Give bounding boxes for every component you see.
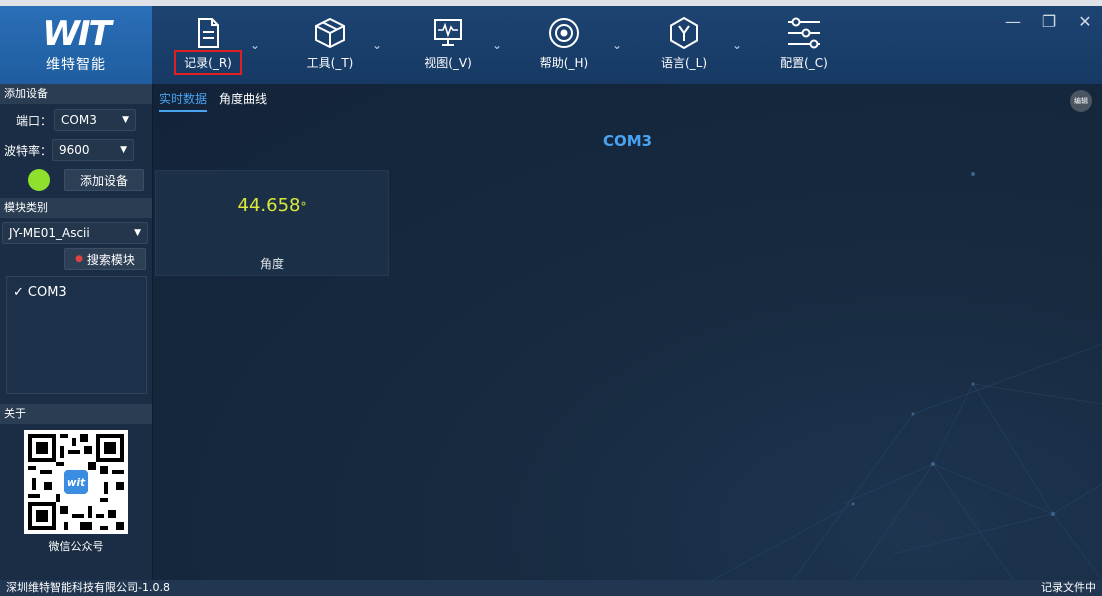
monitor-waveform-icon bbox=[434, 19, 462, 46]
svg-text:wit: wit bbox=[67, 477, 86, 489]
angle-label: 角度 bbox=[259, 257, 284, 271]
baud-label: 波特率： bbox=[4, 143, 53, 158]
device-list: ✓ COM3 bbox=[6, 276, 147, 394]
toolbar-tools-label: 工具(_T) bbox=[306, 56, 354, 70]
document-icon bbox=[198, 18, 219, 48]
maximize-icon[interactable]: ❐ bbox=[1038, 12, 1060, 31]
dropdown-arrow-icon: ▼ bbox=[120, 145, 128, 155]
angle-card: 44.658° 角度 bbox=[155, 170, 389, 276]
dropdown-arrow-icon: ▼ bbox=[134, 228, 141, 238]
port-select[interactable]: COM3 ▼ bbox=[54, 109, 137, 131]
chevron-down-icon[interactable]: ⌄ bbox=[732, 38, 742, 52]
about-header: 关于 bbox=[0, 404, 152, 424]
chevron-down-icon[interactable]: ⌄ bbox=[492, 38, 502, 52]
view-tabs: 实时数据 角度曲线 bbox=[159, 90, 267, 112]
cube-icon bbox=[315, 17, 345, 49]
search-module-label: 搜索模块 bbox=[86, 252, 135, 267]
target-icon bbox=[549, 18, 579, 48]
qr-code: wit bbox=[24, 430, 128, 534]
device-name: COM3 bbox=[27, 285, 67, 300]
tab-angle-curve[interactable]: 角度曲线 bbox=[219, 90, 267, 112]
app-logo: WIT 维特智能 bbox=[0, 6, 152, 84]
toolbar-language-button[interactable]: 语言(_L) bbox=[644, 6, 724, 84]
toolbar-view-button[interactable]: 视图(_V) bbox=[408, 6, 488, 84]
angle-value-line: 44.658° bbox=[156, 195, 388, 216]
background-network-pattern bbox=[712, 172, 1102, 580]
baud-value: 9600 bbox=[59, 143, 90, 157]
top-toolbar: WIT 维特智能 记录(_R) ⌄ 工具(_T) ⌄ 视图(_V) ⌄ 帮助(_… bbox=[0, 0, 1102, 84]
module-select[interactable]: JY-ME01_Ascii ▼ bbox=[2, 222, 148, 244]
baud-select[interactable]: 9600 ▼ bbox=[52, 139, 135, 161]
port-value: COM3 bbox=[61, 113, 97, 127]
status-bar: 深圳维特智能科技有限公司-1.0.8 记录文件中 bbox=[0, 580, 1102, 596]
minimize-icon[interactable]: — bbox=[1002, 12, 1024, 31]
add-device-button[interactable]: 添加设备 bbox=[64, 169, 144, 191]
angle-value: 44.658 bbox=[237, 195, 301, 216]
angle-unit: ° bbox=[300, 200, 307, 214]
chevron-down-icon[interactable]: ⌄ bbox=[250, 38, 260, 52]
logo-mark: WIT bbox=[42, 14, 111, 54]
toolbar-config-button[interactable]: 配置(_C) bbox=[764, 6, 844, 84]
dropdown-arrow-icon: ▼ bbox=[122, 115, 130, 125]
hexagon-y-icon bbox=[670, 16, 698, 50]
left-sidebar: 添加设备 端口： COM3 ▼ 波特率： 9600 ▼ 添加设备 模块类别 JY… bbox=[0, 84, 153, 580]
search-module-button[interactable]: ● 搜索模块 bbox=[64, 248, 146, 270]
main-content: 实时数据 角度曲线 编辑 COM3 44.658° 角度 bbox=[153, 84, 1102, 580]
logo-text: 维特智能 bbox=[46, 57, 106, 73]
qr-caption: 微信公众号 bbox=[48, 540, 104, 553]
module-type-header: 模块类别 bbox=[0, 198, 152, 218]
module-value: JY-ME01_Ascii bbox=[9, 226, 90, 240]
baud-row: 波特率： 9600 ▼ bbox=[0, 136, 152, 164]
chevron-down-icon[interactable]: ⌄ bbox=[372, 38, 382, 52]
search-icon: ● bbox=[75, 254, 83, 264]
toolbar-config-label: 配置(_C) bbox=[780, 56, 828, 70]
toolbar-language-label: 语言(_L) bbox=[660, 56, 708, 70]
port-title: COM3 bbox=[602, 132, 653, 150]
company-version: 深圳维特智能科技有限公司-1.0.8 bbox=[6, 581, 170, 594]
connection-status-indicator bbox=[28, 169, 50, 191]
toolbar-help-label: 帮助(_H) bbox=[539, 56, 589, 70]
connect-row: 添加设备 bbox=[0, 164, 152, 196]
recording-status: 记录文件中 bbox=[1041, 581, 1096, 594]
close-icon[interactable]: ✕ bbox=[1074, 12, 1096, 31]
window-controls: — ❐ ✕ bbox=[1002, 12, 1096, 31]
toolbar-help-button[interactable]: 帮助(_H) bbox=[524, 6, 604, 84]
add-device-header: 添加设备 bbox=[0, 84, 152, 104]
port-label: 端口： bbox=[16, 113, 53, 128]
module-row: JY-ME01_Ascii ▼ bbox=[0, 218, 152, 248]
chevron-down-icon[interactable]: ⌄ bbox=[612, 38, 622, 52]
tab-realtime-data[interactable]: 实时数据 bbox=[159, 90, 208, 112]
toolbar-tools-button[interactable]: 工具(_T) bbox=[290, 6, 370, 84]
toolbar-view-label: 视图(_V) bbox=[424, 56, 472, 70]
toolbar-record-button[interactable]: 记录(_R) bbox=[168, 6, 248, 84]
toolbar-record-label: 记录(_R) bbox=[174, 50, 242, 75]
sliders-icon bbox=[788, 17, 820, 49]
port-row: 端口： COM3 ▼ bbox=[0, 104, 152, 136]
edit-button[interactable]: 编辑 bbox=[1070, 90, 1092, 112]
checkmark-icon[interactable]: ✓ bbox=[13, 285, 24, 300]
list-item[interactable]: ✓ COM3 bbox=[7, 277, 146, 308]
